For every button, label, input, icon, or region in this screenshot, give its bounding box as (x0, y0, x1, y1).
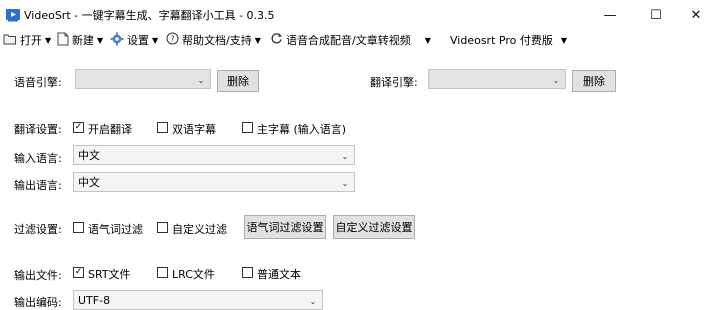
chevron-down-icon: ▼ (152, 35, 159, 45)
chevron-down-icon: ▼ (254, 35, 261, 45)
menu-settings-label: 设置 (127, 34, 149, 47)
chevron-down-icon: ⌄ (341, 151, 349, 161)
srt-file-label: SRT文件 (88, 268, 131, 281)
chevron-down-icon: ⌄ (552, 75, 560, 85)
output-encoding-label: 输出编码: (14, 296, 62, 309)
gear-icon (110, 32, 124, 49)
plain-text-checkbox[interactable] (242, 267, 253, 278)
menu-pro-label: Videosrt Pro 付费版 (450, 34, 553, 47)
custom-filter-checkbox[interactable] (157, 222, 168, 233)
chevron-down-icon: ⌄ (309, 296, 317, 306)
checkmark-icon: ✓ (74, 122, 83, 132)
chevron-down-icon: ▼ (97, 35, 104, 45)
menu-pro[interactable]: Videosrt Pro 付费版 ▼ (450, 30, 567, 50)
lrc-file-checkbox[interactable] (157, 267, 168, 278)
new-file-icon (57, 32, 69, 49)
bilingual-subtitle-label: 双语字幕 (172, 123, 216, 136)
menu-help-label: 帮助文档/支持 (182, 34, 252, 47)
output-language-select[interactable]: 中文 ⌄ (73, 172, 355, 192)
svg-text:?: ? (170, 35, 174, 44)
srt-file-checkbox[interactable]: ✓ (73, 267, 84, 278)
menu-open-label: 打开 (20, 34, 42, 47)
close-icon: ✕ (690, 7, 702, 23)
output-language-label: 输出语言: (14, 179, 62, 192)
custom-filter-label: 自定义过滤 (172, 223, 227, 236)
menu-open[interactable]: 打开 ▼ (3, 30, 51, 50)
menu-tts-label: 语音合成配音/文章转视频 (286, 34, 411, 47)
window-title: VideoSrt - 一键字幕生成、字幕翻译小工具 - 0.3.5 (24, 9, 275, 22)
filler-word-filter-settings-button[interactable]: 语气词过滤设置 (244, 215, 326, 239)
app-icon (5, 7, 21, 23)
output-encoding-select[interactable]: UTF-8 ⌄ (73, 290, 323, 310)
menu-tts[interactable]: 语音合成配音/文章转视频 ▼ (270, 30, 431, 50)
translate-engine-label: 翻译引擎: (370, 76, 418, 89)
translate-engine-select[interactable]: ⌄ (428, 69, 566, 89)
enable-translate-checkbox[interactable]: ✓ (73, 122, 84, 133)
maximize-icon: ☐ (650, 7, 662, 23)
plain-text-label: 普通文本 (257, 268, 301, 281)
translate-settings-label: 翻译设置: (14, 123, 62, 136)
chevron-down-icon: ⌄ (197, 75, 205, 85)
folder-icon (3, 33, 17, 48)
chevron-down-icon: ▼ (424, 35, 431, 45)
speech-engine-delete-button[interactable]: 删除 (217, 70, 259, 92)
chevron-down-icon: ▼ (45, 35, 52, 45)
filler-word-filter-label: 语气词过滤 (88, 223, 143, 236)
lrc-file-label: LRC文件 (172, 268, 215, 281)
chevron-down-icon: ▼ (560, 35, 567, 45)
output-encoding-value: UTF-8 (78, 293, 111, 307)
main-subtitle-label: 主字幕 (输入语言) (257, 123, 347, 136)
translate-engine-delete-button[interactable]: 删除 (572, 70, 616, 92)
filler-word-filter-checkbox[interactable] (73, 222, 84, 233)
refresh-icon (270, 32, 283, 48)
input-language-label: 输入语言: (14, 152, 62, 165)
close-button[interactable]: ✕ (673, 0, 719, 30)
chevron-down-icon: ⌄ (341, 178, 349, 188)
help-icon: ? (166, 32, 179, 48)
minimize-button[interactable]: — (587, 0, 633, 30)
input-language-select[interactable]: 中文 ⌄ (73, 145, 355, 165)
menu-new-label: 新建 (72, 34, 94, 47)
output-files-label: 输出文件: (14, 269, 62, 282)
filter-settings-label: 过滤设置: (14, 223, 62, 236)
menu-new[interactable]: 新建 ▼ (57, 30, 103, 50)
menu-help[interactable]: ? 帮助文档/支持 ▼ (166, 30, 261, 50)
output-language-value: 中文 (78, 176, 100, 189)
minimize-icon: — (603, 7, 617, 23)
speech-engine-select[interactable]: ⌄ (75, 69, 211, 89)
bilingual-subtitle-checkbox[interactable] (157, 122, 168, 133)
main-subtitle-checkbox[interactable] (242, 122, 253, 133)
enable-translate-label: 开启翻译 (88, 123, 132, 136)
speech-engine-label: 语音引擎: (14, 76, 62, 89)
custom-filter-settings-button[interactable]: 自定义过滤设置 (333, 215, 415, 239)
menu-settings[interactable]: 设置 ▼ (110, 30, 158, 50)
checkmark-icon: ✓ (74, 267, 83, 277)
input-language-value: 中文 (78, 149, 100, 162)
